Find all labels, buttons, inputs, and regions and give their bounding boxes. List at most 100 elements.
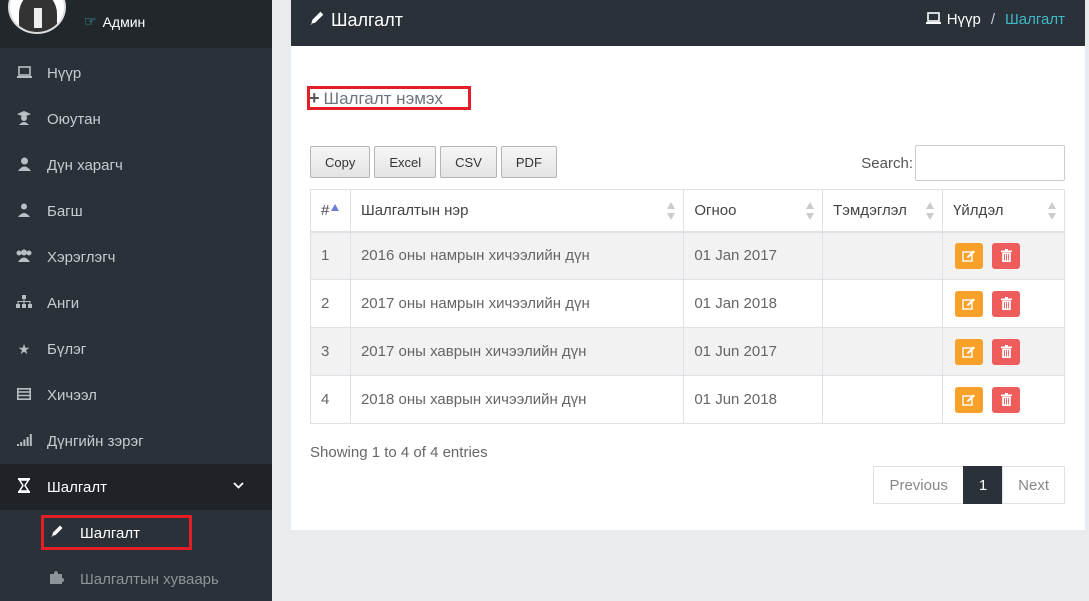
cell-note: [822, 231, 944, 280]
laptop-icon: [925, 11, 941, 28]
sidebar-item-student[interactable]: Оюутан: [0, 96, 272, 142]
star-icon: ★: [17, 340, 31, 357]
breadcrumb-current: Шалгалт: [1005, 11, 1065, 28]
previous-button[interactable]: Previous: [873, 466, 964, 504]
next-button[interactable]: Next: [1002, 466, 1065, 504]
sort-icon: [806, 202, 815, 220]
pdf-button[interactable]: PDF: [500, 146, 557, 178]
edit-icon: [962, 298, 976, 310]
cell-name: 2017 оны хаврын хичээлийн дүн: [349, 327, 685, 376]
sort-icon: [1048, 202, 1056, 220]
excel-button[interactable]: Excel: [374, 146, 437, 178]
content-card: + Шалгалт нэмэх Copy Excel CSV PDF Searc…: [291, 46, 1085, 530]
cell-note: [822, 327, 944, 376]
sort-icon: [926, 202, 935, 220]
breadcrumb-home[interactable]: Нүүр: [947, 11, 981, 28]
cell-note: [822, 279, 944, 328]
sort-asc-icon: [331, 203, 340, 211]
user-icon: [15, 157, 33, 174]
cell-number: 2: [310, 279, 351, 328]
cell-date: 01 Jan 2018: [683, 279, 824, 328]
copy-button[interactable]: Copy: [310, 146, 371, 178]
avatar[interactable]: [8, 0, 66, 34]
table-info: Showing 1 to 4 of 4 entries: [310, 444, 488, 461]
sidebar-item-grade-viewer[interactable]: Дүн харагч: [0, 142, 272, 188]
delete-button[interactable]: [992, 338, 1021, 365]
search-input[interactable]: [915, 145, 1065, 181]
delete-button[interactable]: [992, 290, 1021, 317]
pencil-icon: [309, 10, 325, 31]
trash-icon: [1000, 345, 1012, 358]
breadcrumb-separator: /: [990, 11, 996, 28]
sidebar-item-label: Хэрэглэгч: [47, 248, 116, 266]
cell-note: [822, 375, 944, 424]
edit-icon: [962, 250, 976, 262]
table-row: 3 2017 оны хаврын хичээлийн дүн 01 Jun 2…: [310, 327, 1065, 376]
cell-action: [942, 279, 1065, 328]
sidebar-item-label: Дүн харагч: [47, 156, 123, 174]
hand-pointer-icon: ☞: [84, 13, 97, 29]
cell-number: 3: [310, 327, 351, 376]
edit-button[interactable]: [955, 386, 984, 413]
table-header-row: # Шалгалтын нэр Огноо Тэмдэглэл Үйлдэл: [310, 189, 1065, 233]
column-header-note[interactable]: Тэмдэглэл: [822, 189, 944, 233]
search-label: Search:: [861, 154, 913, 172]
cell-number: 1: [310, 231, 351, 280]
sidebar-item-users[interactable]: Хэрэглэгч: [0, 234, 272, 280]
cell-action: [942, 327, 1065, 376]
trash-icon: [1000, 249, 1012, 263]
sidebar-item-label: Дүнгийн зэрэг: [47, 432, 144, 450]
sidebar-item-label: Хичээл: [47, 386, 97, 404]
edit-button[interactable]: [955, 290, 984, 317]
hourglass-icon: [15, 478, 33, 496]
column-header-action[interactable]: Үйлдэл: [942, 189, 1065, 233]
cell-date: 01 Jan 2017: [683, 231, 824, 280]
sidebar-item-class[interactable]: Анги: [0, 280, 272, 326]
page-1-button[interactable]: 1: [962, 466, 1004, 504]
sidebar: ☞ Админ Нүүр Оюутан Дүн харагч Багш Хэрэ…: [0, 0, 272, 601]
highlight-box: [307, 86, 471, 110]
edit-icon: [962, 346, 976, 358]
sidebar-subitem-exam-schedule[interactable]: Шалгалтын хуваарь: [0, 556, 272, 601]
table-row: 2 2017 оны намрын хичээлийн дүн 01 Jan 2…: [310, 279, 1065, 328]
cell-action: [942, 231, 1065, 280]
csv-button[interactable]: CSV: [440, 146, 497, 178]
delete-button[interactable]: [992, 386, 1021, 413]
laptop-icon: [15, 65, 33, 81]
edit-button[interactable]: [955, 338, 984, 365]
cell-action: [942, 375, 1065, 424]
exam-table: # Шалгалтын нэр Огноо Тэмдэглэл Үйлдэл 1…: [310, 189, 1065, 424]
cell-date: 01 Jun 2018: [683, 375, 824, 424]
delete-button[interactable]: [992, 242, 1021, 269]
sidebar-item-label: Анги: [47, 294, 80, 312]
sidebar-subitem-label: Шалгалтын хуваарь: [80, 570, 219, 588]
page-title-text: Шалгалт: [331, 10, 403, 30]
table-row: 4 2018 оны хаврын хичээлийн дүн 01 Jun 2…: [310, 375, 1065, 424]
sidebar-item-exam[interactable]: Шалгалт: [0, 464, 272, 510]
sidebar-item-group[interactable]: ★ Бүлэг: [0, 326, 272, 372]
column-header-date[interactable]: Огноо: [683, 189, 824, 233]
sort-icon: [667, 202, 676, 220]
export-buttons: Copy Excel CSV PDF: [310, 146, 557, 178]
edit-button[interactable]: [955, 242, 984, 269]
teacher-icon: [15, 203, 33, 220]
cell-name: 2016 оны намрын хичээлийн дүн: [349, 231, 685, 280]
sidebar-item-grade-level[interactable]: Дүнгийн зэрэг: [0, 418, 272, 464]
puzzle-icon: [48, 570, 66, 588]
chevron-down-icon: [233, 478, 244, 492]
sidebar-item-label: Нүүр: [47, 64, 82, 82]
sidebar-item-home[interactable]: Нүүр: [0, 50, 272, 96]
trash-icon: [1000, 393, 1012, 406]
user-name[interactable]: ☞ Админ: [84, 13, 145, 30]
edit-icon: [962, 394, 976, 406]
signal-icon: [15, 433, 33, 449]
page-header: Шалгалт Нүүр / Шалгалт: [291, 0, 1085, 46]
column-header-name[interactable]: Шалгалтын нэр: [349, 189, 685, 233]
pagination: Previous 1 Next: [873, 466, 1065, 504]
sidebar-item-teacher[interactable]: Багш: [0, 188, 272, 234]
column-header-number[interactable]: #: [310, 189, 351, 233]
cell-name: 2018 оны хаврын хичээлийн дүн: [349, 375, 685, 424]
user-name-label: Админ: [102, 13, 146, 30]
table-row: 1 2016 оны намрын хичээлийн дүн 01 Jan 2…: [310, 231, 1065, 280]
sidebar-item-lesson[interactable]: Хичээл: [0, 372, 272, 418]
